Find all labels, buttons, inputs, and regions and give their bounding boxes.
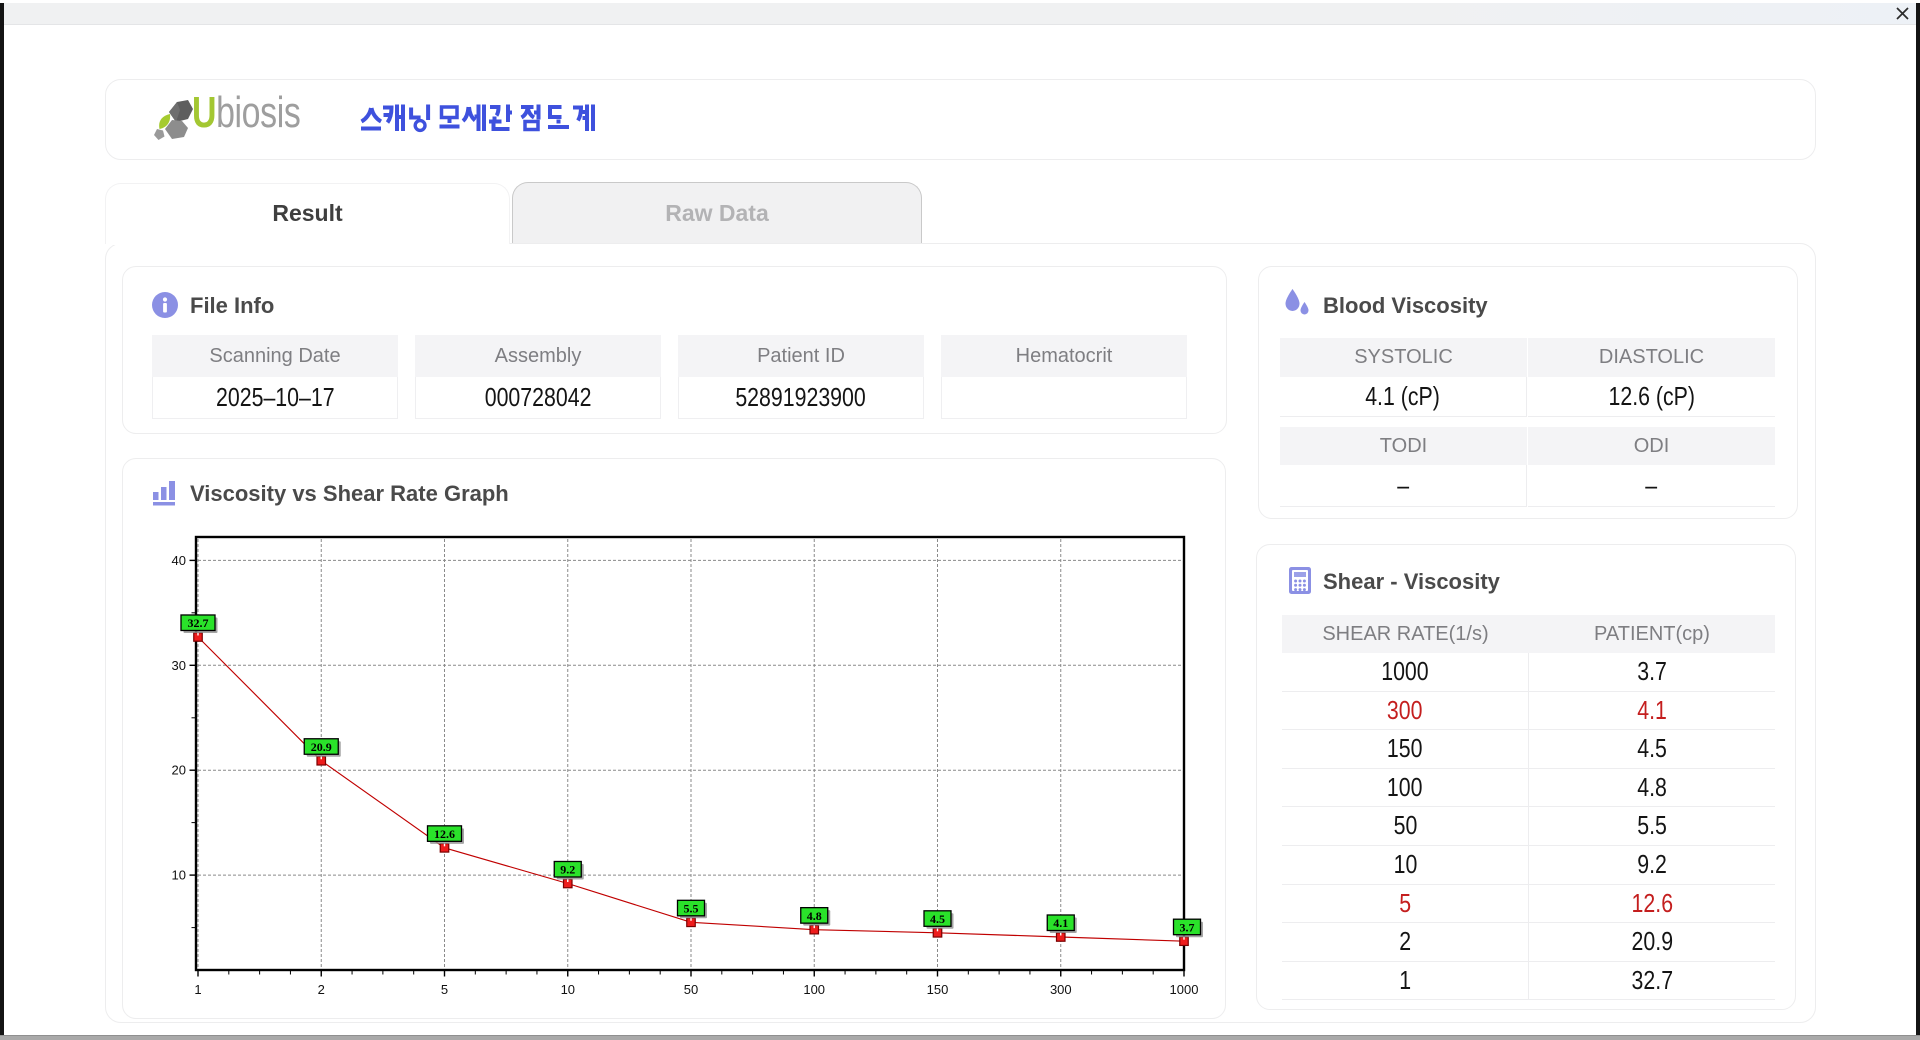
svg-text:1000: 1000	[1170, 982, 1199, 997]
svg-text:32.7: 32.7	[188, 616, 209, 630]
svg-text:20.9: 20.9	[311, 740, 332, 754]
svg-text:150: 150	[927, 982, 949, 997]
svg-text:10: 10	[172, 868, 186, 883]
svg-text:30: 30	[172, 658, 186, 673]
svg-text:4.5: 4.5	[930, 912, 945, 926]
svg-text:50: 50	[684, 982, 698, 997]
svg-text:9.2: 9.2	[560, 863, 575, 877]
svg-text:4.1: 4.1	[1053, 916, 1068, 930]
svg-text:10: 10	[561, 982, 575, 997]
svg-text:3.7: 3.7	[1180, 920, 1195, 934]
svg-text:100: 100	[803, 982, 825, 997]
svg-text:300: 300	[1050, 982, 1072, 997]
svg-text:40: 40	[172, 553, 186, 568]
svg-text:1: 1	[194, 982, 201, 997]
svg-text:2: 2	[318, 982, 325, 997]
svg-text:20: 20	[172, 763, 186, 778]
svg-text:4.8: 4.8	[807, 909, 822, 923]
svg-text:5.5: 5.5	[684, 902, 699, 916]
svg-text:5: 5	[441, 982, 448, 997]
svg-text:12.6: 12.6	[434, 827, 455, 841]
